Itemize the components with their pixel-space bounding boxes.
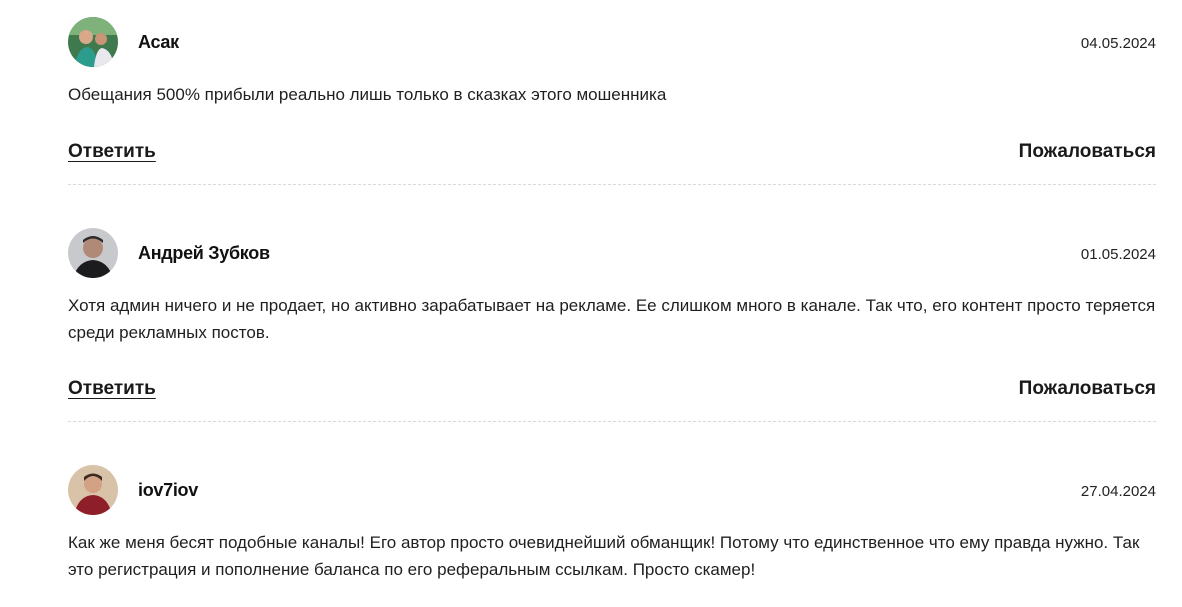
comment-text: Хотя админ ничего и не продает, но актив… (68, 296, 1156, 342)
comment-author: iov7iov (138, 480, 198, 500)
user-photo-icon[interactable] (68, 465, 118, 515)
comment-author: Асак (138, 32, 179, 52)
comment-author: Андрей Зубков (138, 243, 270, 263)
reply-link[interactable]: Ответить (68, 378, 156, 400)
comment-item: Андрей Зубков 01.05.2024 Хотя админ ниче… (68, 211, 1156, 423)
comment-text: Как же меня бесят подобные каналы! Его а… (68, 533, 1140, 579)
comment-date: 04.05.2024 (1080, 35, 1156, 52)
reply-link[interactable]: Ответить (68, 141, 156, 163)
comment-item: Асак 04.05.2024 Обещания 500% прибыли ре… (68, 0, 1156, 186)
user-photo-icon[interactable] (68, 228, 118, 278)
comment-text: Обещания 500% прибыли реально лишь тольк… (68, 85, 667, 104)
comment-date: 27.04.2024 (1080, 483, 1156, 500)
user-photo-icon[interactable] (68, 17, 118, 67)
comment-header: Андрей Зубков 01.05.2024 (68, 228, 1156, 280)
comment-header: Асак 04.05.2024 (68, 17, 1156, 69)
comment-divider (68, 184, 1156, 185)
report-link[interactable]: Пожаловаться (1019, 378, 1156, 400)
comment-divider (68, 421, 1156, 422)
comment-date: 01.05.2024 (1080, 246, 1156, 263)
comment-item: iov7iov 27.04.2024 Как же меня бесят под… (68, 448, 1156, 607)
report-link[interactable]: Пожаловаться (1019, 141, 1156, 163)
comment-header: iov7iov 27.04.2024 (68, 465, 1156, 517)
